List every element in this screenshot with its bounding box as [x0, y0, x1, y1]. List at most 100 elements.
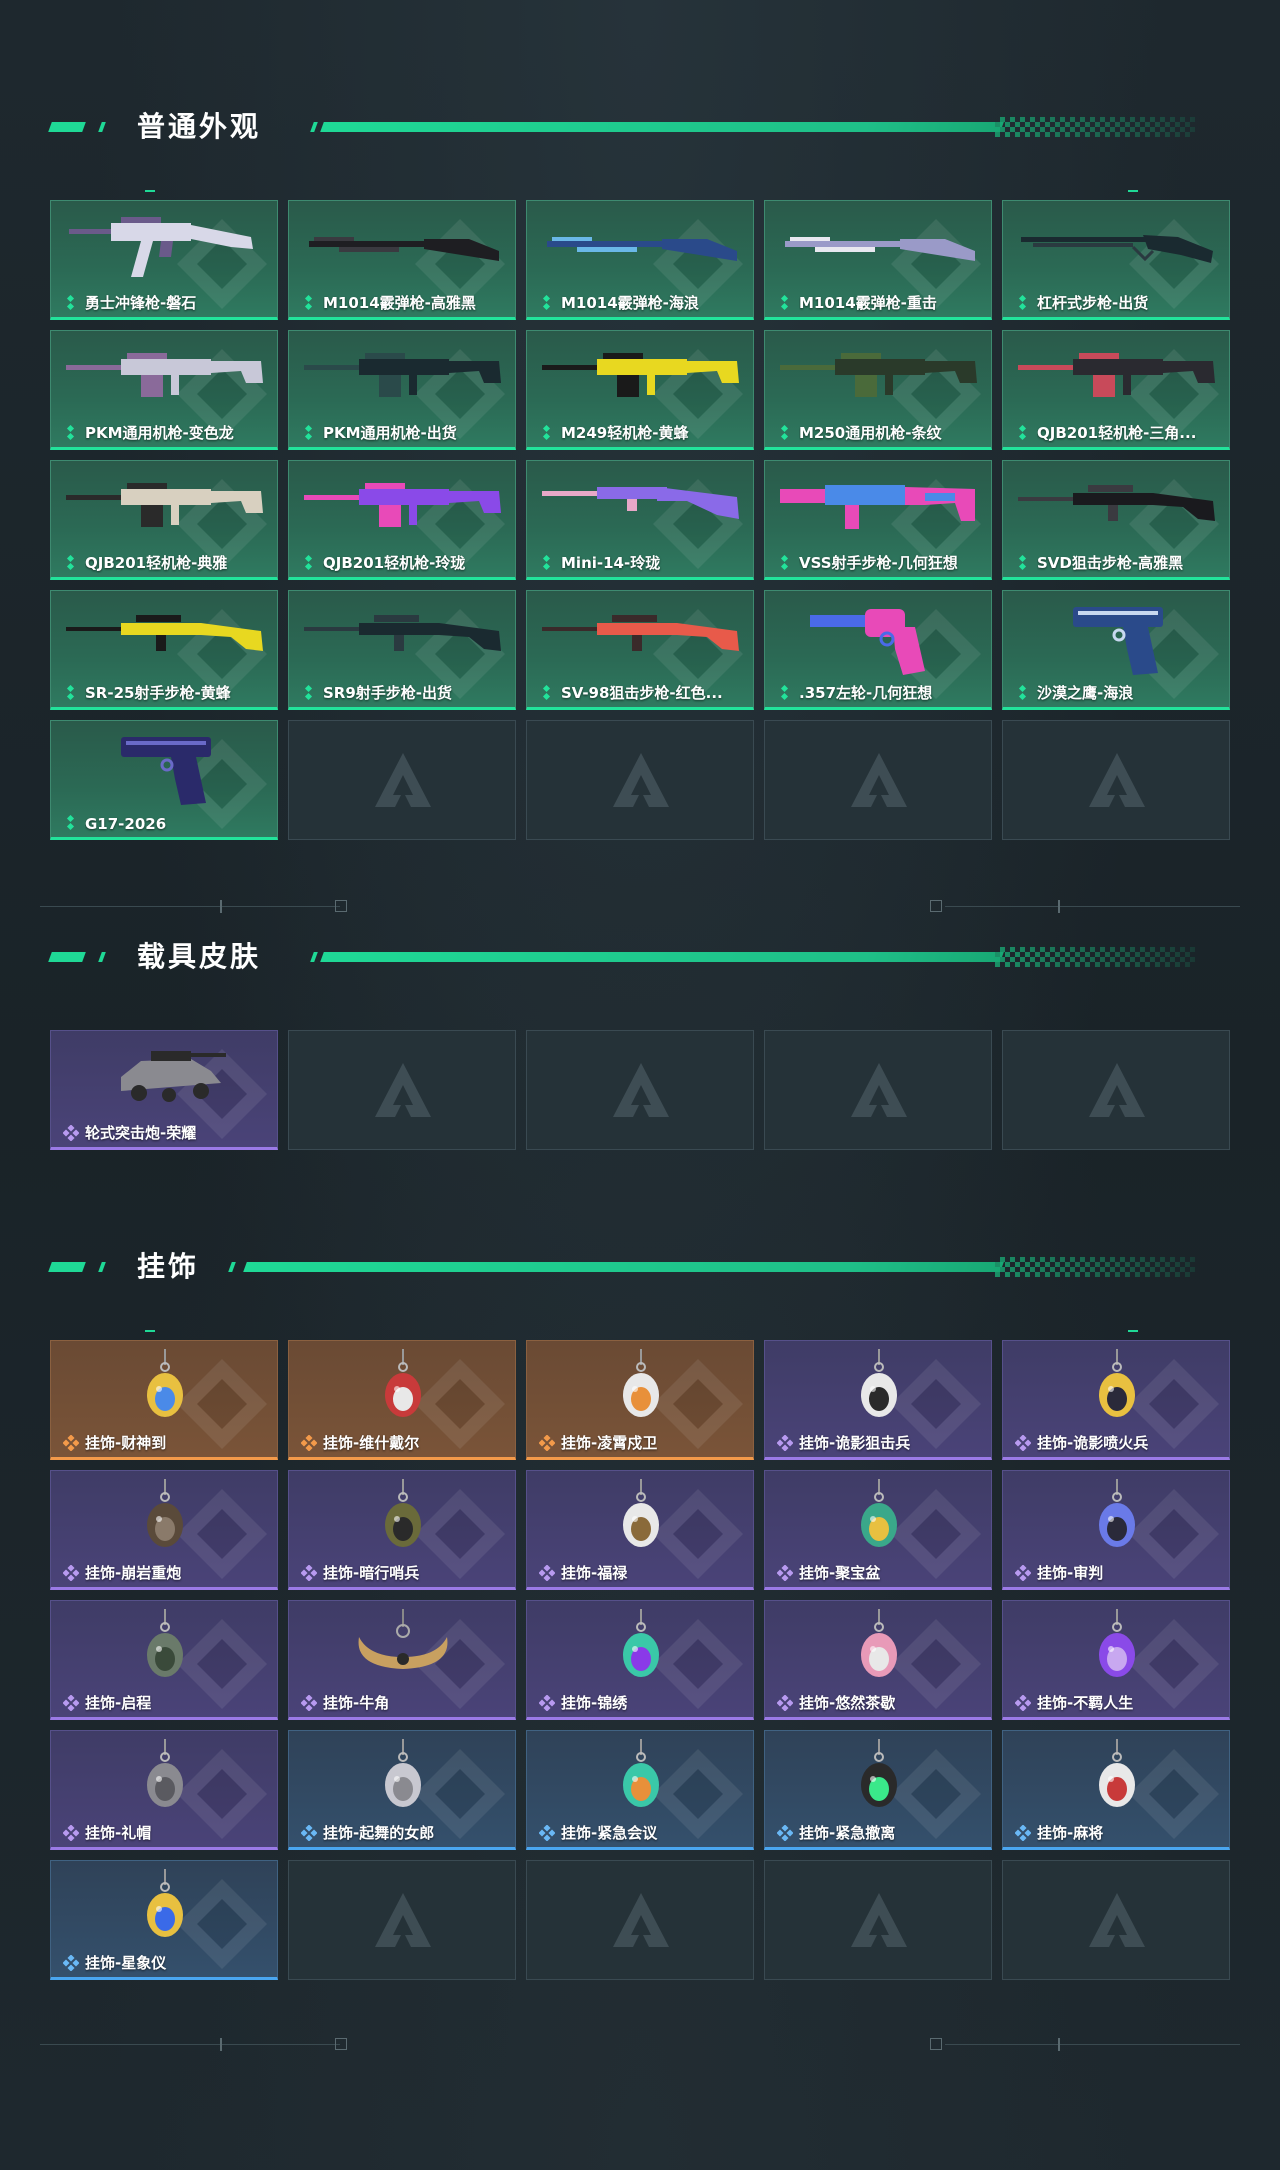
- item-card[interactable]: M250通用机枪-条纹: [764, 330, 992, 450]
- item-card[interactable]: M1014霰弹枪-高雅黑: [288, 200, 516, 320]
- item-label: 挂饰-崩岩重炮: [85, 1564, 182, 1582]
- item-card[interactable]: G17-2026: [50, 720, 278, 840]
- item-image-charm: [775, 1477, 983, 1559]
- item-label: 挂饰-锦绣: [561, 1694, 628, 1712]
- rarity-green-icon: [63, 294, 79, 311]
- item-card[interactable]: 挂饰-诡影狙击兵: [764, 1340, 992, 1460]
- item-label: M249轻机枪-黄蜂: [561, 424, 689, 442]
- item-card[interactable]: PKM通用机枪-出货: [288, 330, 516, 450]
- section-header-weapons: 普通外观: [0, 107, 1280, 147]
- item-card[interactable]: QJB201轻机枪-玲珑: [288, 460, 516, 580]
- rarity-orange-icon: [62, 1434, 80, 1452]
- item-label: M1014霰弹枪-海浪: [561, 294, 699, 312]
- item-image-charm: [61, 1737, 269, 1819]
- rarity-purple-icon: [538, 1564, 556, 1582]
- item-image-sniper: [61, 597, 269, 679]
- item-image-charm: [61, 1867, 269, 1949]
- item-card[interactable]: 轮式突击炮-荣耀: [50, 1030, 278, 1150]
- rarity-blue-icon: [776, 1824, 794, 1842]
- rarity-purple-icon: [776, 1434, 794, 1452]
- section-marker: [145, 1330, 155, 1332]
- item-label: QJB201轻机枪-三角...: [1037, 424, 1197, 442]
- item-card[interactable]: 挂饰-星象仪: [50, 1860, 278, 1980]
- empty-slot: [526, 1030, 754, 1150]
- item-image-charm: [537, 1477, 745, 1559]
- item-image-shotgun: [299, 207, 507, 289]
- item-image-mg: [1013, 337, 1221, 419]
- item-card[interactable]: 挂饰-诡影喷火兵: [1002, 1340, 1230, 1460]
- item-card[interactable]: SR-25射手步枪-黄蜂: [50, 590, 278, 710]
- item-card[interactable]: 挂饰-礼帽: [50, 1730, 278, 1850]
- item-card[interactable]: 挂饰-崩岩重炮: [50, 1470, 278, 1590]
- item-card[interactable]: SVD狙击步枪-高雅黑: [1002, 460, 1230, 580]
- item-label: 挂饰-起舞的女郎: [323, 1824, 435, 1842]
- item-card[interactable]: 挂饰-起舞的女郎: [288, 1730, 516, 1850]
- placeholder-logo-icon: [609, 749, 673, 813]
- item-card[interactable]: 挂饰-牛角: [288, 1600, 516, 1720]
- item-card[interactable]: Mini-14-玲珑: [526, 460, 754, 580]
- item-card[interactable]: M1014霰弹枪-海浪: [526, 200, 754, 320]
- item-card[interactable]: 挂饰-暗行哨兵: [288, 1470, 516, 1590]
- item-card[interactable]: QJB201轻机枪-典雅: [50, 460, 278, 580]
- item-card[interactable]: 挂饰-聚宝盆: [764, 1470, 992, 1590]
- item-label: M1014霰弹枪-高雅黑: [323, 294, 476, 312]
- item-card[interactable]: VSS射手步枪-几何狂想: [764, 460, 992, 580]
- item-card[interactable]: M1014霰弹枪-重击: [764, 200, 992, 320]
- placeholder-logo-icon: [609, 1889, 673, 1953]
- empty-slot: [764, 720, 992, 840]
- rarity-green-icon: [539, 684, 555, 701]
- empty-slot: [764, 1030, 992, 1150]
- item-image-charm: [61, 1477, 269, 1559]
- item-card[interactable]: 挂饰-不羁人生: [1002, 1600, 1230, 1720]
- rarity-green-icon: [1015, 684, 1031, 701]
- item-image-charm: [299, 1477, 507, 1559]
- rarity-green-icon: [777, 684, 793, 701]
- rarity-green-icon: [539, 554, 555, 571]
- item-image-charm: [537, 1737, 745, 1819]
- header-accent-tick: [98, 122, 106, 132]
- item-card[interactable]: 挂饰-维什戴尔: [288, 1340, 516, 1460]
- rarity-purple-icon: [1014, 1564, 1032, 1582]
- item-card[interactable]: 挂饰-凌霄戍卫: [526, 1340, 754, 1460]
- item-label: 勇士冲锋枪-磐石: [85, 294, 197, 312]
- item-card[interactable]: 挂饰-麻将: [1002, 1730, 1230, 1850]
- item-card[interactable]: 挂饰-财神到: [50, 1340, 278, 1460]
- item-card[interactable]: 挂饰-紧急撤离: [764, 1730, 992, 1850]
- header-accent-bar: [48, 952, 86, 962]
- item-label: M1014霰弹枪-重击: [799, 294, 937, 312]
- item-image-charm: [775, 1737, 983, 1819]
- item-card[interactable]: QJB201轻机枪-三角...: [1002, 330, 1230, 450]
- item-image-charm: [775, 1607, 983, 1689]
- item-card[interactable]: .357左轮-几何狂想: [764, 590, 992, 710]
- rarity-purple-icon: [300, 1694, 318, 1712]
- item-image-revolver: [775, 597, 983, 679]
- header-line-tick: [228, 1262, 236, 1272]
- item-card[interactable]: 杠杆式步枪-出货: [1002, 200, 1230, 320]
- empty-slot: [1002, 1030, 1230, 1150]
- item-card[interactable]: 挂饰-审判: [1002, 1470, 1230, 1590]
- item-card[interactable]: 沙漠之鹰-海浪: [1002, 590, 1230, 710]
- item-card[interactable]: 挂饰-启程: [50, 1600, 278, 1720]
- item-card[interactable]: 挂饰-悠然茶歇: [764, 1600, 992, 1720]
- rarity-purple-icon: [776, 1564, 794, 1582]
- item-image-pistol: [1013, 597, 1221, 679]
- item-image-vehicle: [61, 1037, 269, 1119]
- item-card[interactable]: 勇士冲锋枪-磐石: [50, 200, 278, 320]
- item-image-mg: [537, 337, 745, 419]
- item-card[interactable]: 挂饰-福禄: [526, 1470, 754, 1590]
- item-label: 挂饰-紧急撤离: [799, 1824, 896, 1842]
- item-label: 杠杆式步枪-出货: [1037, 294, 1149, 312]
- item-label: 挂饰-暗行哨兵: [323, 1564, 420, 1582]
- item-card[interactable]: 挂饰-紧急会议: [526, 1730, 754, 1850]
- item-card[interactable]: M249轻机枪-黄蜂: [526, 330, 754, 450]
- item-card[interactable]: 挂饰-锦绣: [526, 1600, 754, 1720]
- item-label: 挂饰-财神到: [85, 1434, 167, 1452]
- item-card[interactable]: PKM通用机枪-变色龙: [50, 330, 278, 450]
- section-marker: [1128, 1330, 1138, 1332]
- item-label: QJB201轻机枪-典雅: [85, 554, 228, 572]
- divider-ruler: [0, 2033, 1280, 2057]
- item-label: 挂饰-星象仪: [85, 1954, 167, 1972]
- item-card[interactable]: SR9射手步枪-出货: [288, 590, 516, 710]
- item-card[interactable]: SV-98狙击步枪-红色...: [526, 590, 754, 710]
- item-image-charm: [775, 1347, 983, 1429]
